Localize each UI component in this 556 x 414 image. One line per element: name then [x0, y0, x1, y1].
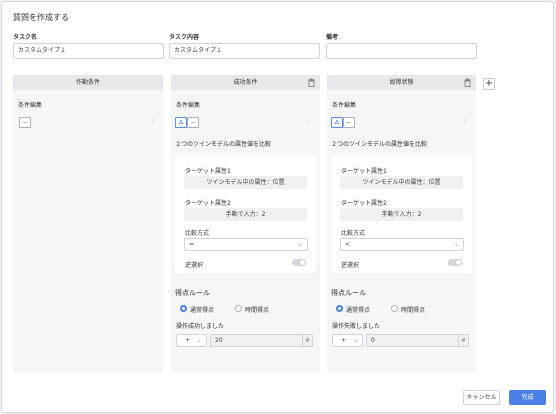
- success-target2-label: ターゲット属性2: [185, 200, 231, 207]
- success-radio-time-label: 時間得点: [245, 307, 270, 314]
- failure-compare-label: 比較方式: [341, 230, 366, 237]
- success-panel-title-text: 成功条件: [233, 79, 258, 86]
- failure-sign-value: +: [341, 337, 347, 344]
- failure-condition-card: ターゲット属性1 ツインモデル中の属性：位置 ターゲット属性2 手動で入力：2 …: [331, 155, 472, 273]
- failure-target1-value[interactable]: ツインモデル中の属性：位置: [340, 176, 463, 189]
- success-compare-value: =: [189, 241, 195, 248]
- failure-target2-label: ターゲット属性2: [341, 200, 387, 207]
- success-score-value: 20: [215, 337, 223, 344]
- failure-target1-label: ターゲット属性1: [341, 168, 387, 175]
- cancel-button[interactable]: キャンセル: [463, 390, 500, 405]
- failure-reverse-toggle[interactable]: [448, 259, 462, 266]
- failure-radio-normal[interactable]: [336, 305, 343, 312]
- success-score-input[interactable]: 20 #: [210, 334, 313, 348]
- calculator-icon: #: [302, 335, 312, 348]
- success-panel-title: 成功条件: [171, 75, 320, 90]
- failure-panel-title-text: 故障状態: [389, 79, 414, 86]
- chevron-down-icon: ⌄: [297, 241, 303, 248]
- failure-triangle-button[interactable]: ∆: [331, 117, 343, 128]
- trigger-condition-toggle-button[interactable]: −: [19, 117, 31, 128]
- success-sign-select[interactable]: + ⌄: [176, 334, 207, 347]
- note-label: 備考: [326, 34, 339, 41]
- chevron-down-icon: ⌄: [453, 241, 459, 248]
- success-reverse-label: 逆選択: [185, 262, 204, 269]
- failure-radio-normal-label: 通常得点: [346, 307, 371, 314]
- failure-reverse-label: 逆選択: [341, 262, 360, 269]
- success-more-icon[interactable]: ⋮: [306, 118, 312, 125]
- failure-radio-time-label: 時間得点: [401, 307, 426, 314]
- failure-radio-time[interactable]: [391, 305, 398, 312]
- task-content-label: タスク内容: [169, 34, 200, 41]
- complete-button[interactable]: 完成: [509, 390, 546, 405]
- failure-score-input[interactable]: 0 #: [366, 334, 469, 348]
- failure-more-icon[interactable]: ⋮: [462, 118, 468, 125]
- failure-minus-button[interactable]: −: [343, 117, 355, 128]
- success-score-rule-label: 得点ルール: [175, 289, 210, 297]
- success-compare-select[interactable]: = ⌄: [184, 238, 308, 251]
- create-question-dialog: 質問を作成する タスク名 カスタムタイプ１ タスク内容 カスタムタイプ１ 備考 …: [1, 1, 554, 413]
- success-radio-normal-label: 通常得点: [190, 307, 215, 314]
- note-input[interactable]: [326, 43, 477, 59]
- dialog-title: 質問を作成する: [13, 13, 69, 22]
- success-minus-button[interactable]: −: [187, 117, 199, 128]
- success-condition-card: ターゲット属性1 ツインモデル中の属性：位置 ターゲット属性2 手動で入力：2 …: [175, 155, 316, 273]
- success-compare-label: 比較方式: [185, 230, 210, 237]
- success-radio-time[interactable]: [235, 305, 242, 312]
- failure-score-value: 0: [371, 337, 375, 344]
- success-target1-label: ターゲット属性1: [185, 168, 231, 175]
- trash-icon[interactable]: [464, 78, 471, 87]
- add-condition-button[interactable]: +: [483, 78, 495, 90]
- success-target2-value[interactable]: 手動で入力：2: [184, 208, 307, 221]
- success-reverse-toggle[interactable]: [292, 259, 306, 266]
- calculator-icon: #: [458, 335, 468, 348]
- failure-sign-select[interactable]: + ⌄: [332, 334, 363, 347]
- failure-condition-edit-label: 条件編集: [332, 102, 357, 109]
- failure-description: ２つのツインモデルの属性値を比較: [331, 141, 428, 148]
- trigger-panel-title: 作動条件: [13, 75, 163, 90]
- success-op-label: 操作成功しました: [176, 323, 225, 330]
- task-name-input[interactable]: カスタムタイプ１: [13, 43, 164, 59]
- success-condition-panel: 成功条件 条件編集 ∆ − ⋮ ２つのツインモデルの属性値を比較 ターゲット属性…: [171, 75, 320, 373]
- success-description: ２つのツインモデルの属性値を比較: [175, 141, 272, 148]
- trigger-condition-panel: 作動条件 条件編集 − ⋮: [13, 75, 163, 373]
- failure-target2-value[interactable]: 手動で入力：2: [340, 208, 463, 221]
- success-sign-value: +: [185, 337, 191, 344]
- failure-compare-select[interactable]: < ⌄: [340, 238, 464, 251]
- task-name-label: タスク名: [13, 34, 38, 41]
- trigger-more-icon[interactable]: ⋮: [150, 118, 156, 125]
- success-target1-value[interactable]: ツインモデル中の属性：位置: [184, 176, 307, 189]
- success-condition-edit-label: 条件編集: [176, 102, 201, 109]
- success-radio-normal[interactable]: [180, 305, 187, 312]
- chevron-down-icon: ⌄: [196, 337, 202, 344]
- failure-panel-title: 故障状態: [327, 75, 476, 90]
- failure-score-rule-label: 得点ルール: [331, 289, 366, 297]
- failure-compare-value: <: [345, 241, 351, 248]
- chevron-down-icon: ⌄: [352, 337, 358, 344]
- success-triangle-button[interactable]: ∆: [175, 117, 187, 128]
- failure-op-label: 操作失敗しました: [332, 323, 381, 330]
- failure-state-panel: 故障状態 条件編集 ∆ − ⋮ ２つのツインモデルの属性値を比較 ターゲット属性…: [327, 75, 476, 373]
- plus-icon: +: [484, 78, 494, 89]
- trash-icon[interactable]: [308, 78, 315, 87]
- task-content-input[interactable]: カスタムタイプ１: [169, 43, 320, 59]
- trigger-condition-edit-label: 条件編集: [18, 102, 43, 109]
